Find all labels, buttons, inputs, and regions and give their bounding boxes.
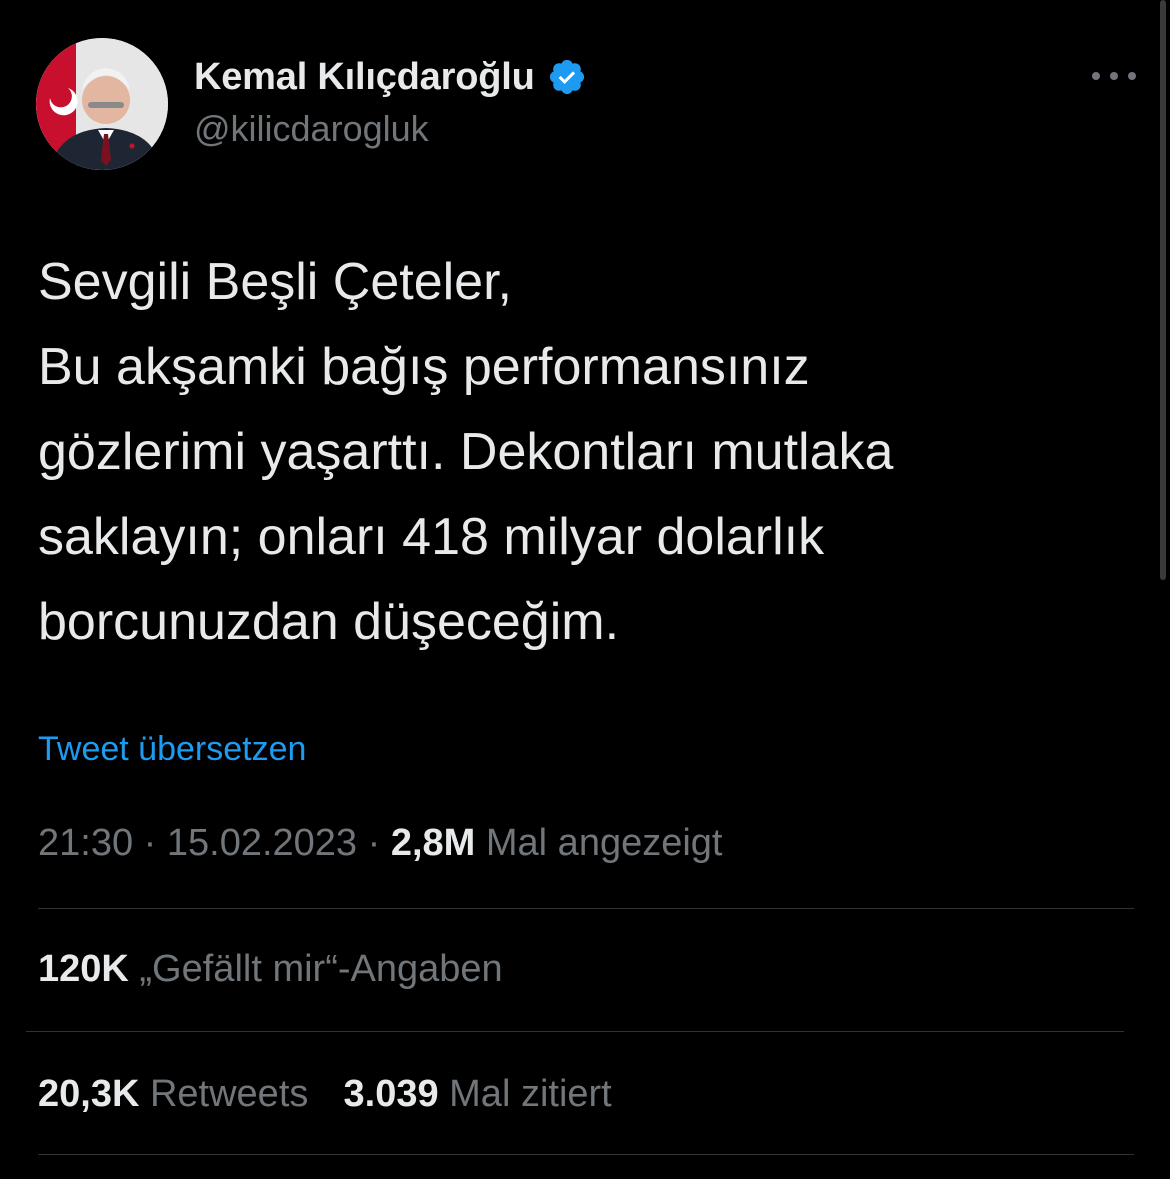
retweets-quotes-stat: 20,3K Retweets 3.039 Mal zitiert: [38, 1073, 612, 1116]
more-horizontal-icon[interactable]: [1092, 64, 1136, 88]
author-name[interactable]: Kemal Kılıçdaroğlu: [194, 56, 535, 99]
retweets-label: Retweets: [149, 1073, 309, 1115]
profile-photo: [36, 38, 168, 170]
tweet-text: Sevgili Beşli Çeteler, Bu akşamki bağış …: [38, 253, 894, 651]
author-handle[interactable]: @kilicdarogluk: [194, 108, 587, 150]
retweets-count: 20,3K: [38, 1073, 140, 1115]
retweets-stat[interactable]: 20,3K Retweets: [38, 1073, 319, 1115]
avatar[interactable]: [36, 38, 168, 170]
quotes-count: 3.039: [343, 1073, 439, 1115]
quotes-stat[interactable]: 3.039 Mal zitiert: [344, 1073, 612, 1115]
likes-count: 120K: [38, 948, 129, 990]
likes-stat[interactable]: 120K „Gefällt mir“-Angaben: [38, 948, 503, 991]
tweet-time[interactable]: 21:30: [38, 822, 133, 864]
meta-separator: ·: [143, 822, 157, 864]
view-count: 2,8M: [390, 822, 476, 864]
tweet-date[interactable]: 15.02.2023: [167, 822, 357, 864]
likes-label: „Gefällt mir“-Angaben: [139, 948, 503, 990]
tweet-detail: Kemal Kılıçdaroğlu @kilicdarogluk Sevgil…: [0, 0, 1170, 1179]
translate-tweet-link[interactable]: Tweet übersetzen: [38, 730, 306, 769]
scrollbar[interactable]: [1160, 0, 1166, 580]
divider: [38, 1154, 1134, 1155]
quotes-label: Mal zitiert: [449, 1073, 612, 1115]
view-count-label: Mal angezeigt: [485, 822, 723, 864]
tweet-meta: 21:30 · 15.02.2023 · 2,8M Mal angezeigt: [38, 822, 722, 865]
divider: [26, 1031, 1124, 1032]
author-block: Kemal Kılıçdaroğlu @kilicdarogluk: [194, 54, 587, 150]
meta-separator: ·: [367, 822, 381, 864]
verified-badge-icon[interactable]: [547, 57, 587, 97]
divider: [38, 908, 1134, 909]
